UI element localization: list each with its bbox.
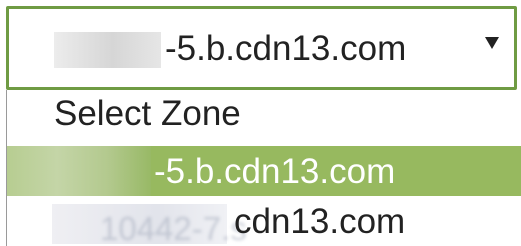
redacted-ghost-text: 10442-7.s [100, 210, 247, 246]
selected-zone-display[interactable]: -5.b.cdn13.com [9, 9, 514, 87]
selected-zone-value: -5.b.cdn13.com [165, 29, 407, 68]
option-select-zone[interactable]: Select Zone [7, 90, 521, 138]
option-label: cdn13.com [234, 202, 406, 241]
dropdown-arrow-icon[interactable] [485, 37, 499, 49]
option-zone-highlighted[interactable]: -5.b.cdn13.com [7, 146, 521, 196]
option-zone-cdn13[interactable]: 10442-7.s cdn13.com [7, 196, 521, 246]
zone-select[interactable]: -5.b.cdn13.com [6, 6, 517, 90]
option-label: -5.b.cdn13.com [154, 152, 396, 191]
redacted-selected-prefix [54, 32, 161, 68]
redacted-last-prefix: 10442-7.s [52, 204, 247, 246]
option-label: Select Zone [54, 94, 241, 133]
zone-options-list[interactable]: Select Zone -5.b.cdn13.com 10442-7.s cdn… [6, 90, 521, 246]
redacted-highlighted-prefix [7, 146, 151, 196]
zone-select-screen: -5.b.cdn13.com Select Zone -5.b.cdn13.co… [0, 0, 521, 246]
